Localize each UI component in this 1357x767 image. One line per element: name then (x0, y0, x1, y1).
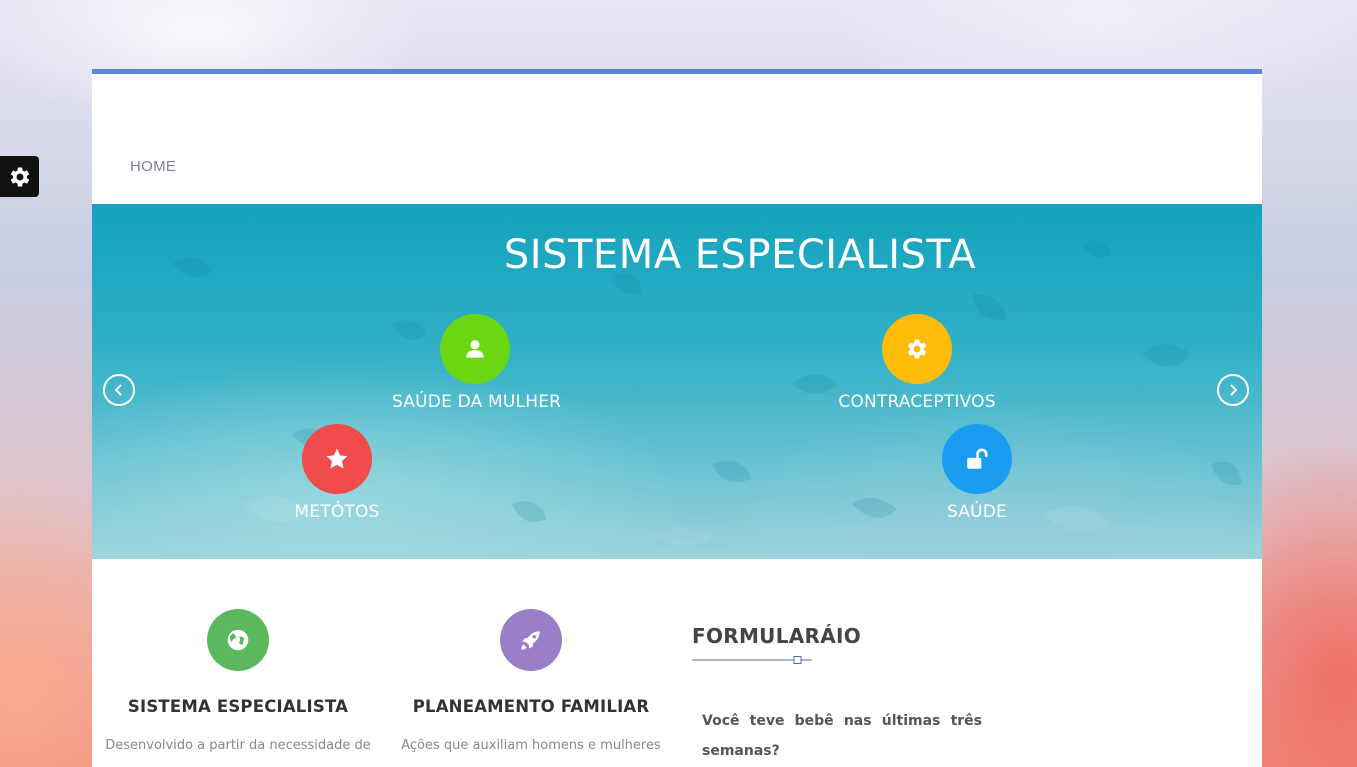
feature-icon-circle (882, 314, 952, 384)
user-icon (465, 340, 484, 358)
feature-label: CONTRACEPTIVOS (838, 392, 996, 412)
service-icon-circle (500, 609, 562, 671)
service-title: SISTEMA ESPECIALISTA (127, 697, 349, 716)
service-icon-circle (207, 609, 269, 671)
form-question-label: Você teve bebê nas últimas três semanas? (702, 713, 982, 759)
feature-icon-circle (302, 424, 372, 494)
settings-toggle-button[interactable] (0, 156, 39, 197)
slider-next-button[interactable] (1217, 374, 1249, 406)
feature-saude[interactable]: SAÚDE (927, 424, 1027, 522)
service-text: Desenvolvido a partir da necessidade de … (105, 738, 371, 767)
chevron-left-icon (114, 384, 122, 396)
nav-item-home[interactable]: HOME (130, 158, 176, 175)
service-text: Ações que auxiliam homens e mulheres a (401, 738, 661, 767)
service-planeamento-familiar: PLANEAMENTO FAMILIAR Ações que auxiliam … (397, 609, 665, 767)
slider-prev-button[interactable] (103, 374, 135, 406)
feature-contraceptivos[interactable]: CONTRACEPTIVOS (837, 314, 997, 412)
rocket-icon (521, 631, 540, 650)
globe-icon (227, 629, 249, 651)
feature-label: SAÚDE DA MULHER (392, 392, 562, 412)
gear-icon (907, 339, 927, 359)
form-title-divider (692, 656, 812, 664)
star-icon (326, 448, 348, 469)
feature-icon-circle (942, 424, 1012, 494)
form-title: FORMULARÁIO (692, 624, 862, 648)
feature-label: METÓTOS (294, 502, 380, 522)
feature-metotos[interactable]: METÓTOS (282, 424, 392, 522)
page-container: HOME SISTEMA ESPECIALISTA SAÚDE DA MULHE… (92, 69, 1262, 767)
hero-slider: SISTEMA ESPECIALISTA SAÚDE DA MULHER CON… (92, 204, 1262, 559)
service-title: PLANEAMENTO FAMILIAR (412, 697, 650, 716)
service-sistema-especialista: SISTEMA ESPECIALISTA Desenvolvido a part… (104, 609, 372, 767)
gear-icon (10, 166, 29, 187)
feature-saude-da-mulher[interactable]: SAÚDE DA MULHER (392, 314, 562, 412)
feature-label: SAÚDE (946, 502, 1007, 522)
unlock-icon (967, 448, 988, 469)
feature-icon-circle (439, 314, 510, 384)
hero-title: SISTEMA ESPECIALISTA (503, 232, 977, 278)
chevron-right-icon (1230, 384, 1238, 396)
